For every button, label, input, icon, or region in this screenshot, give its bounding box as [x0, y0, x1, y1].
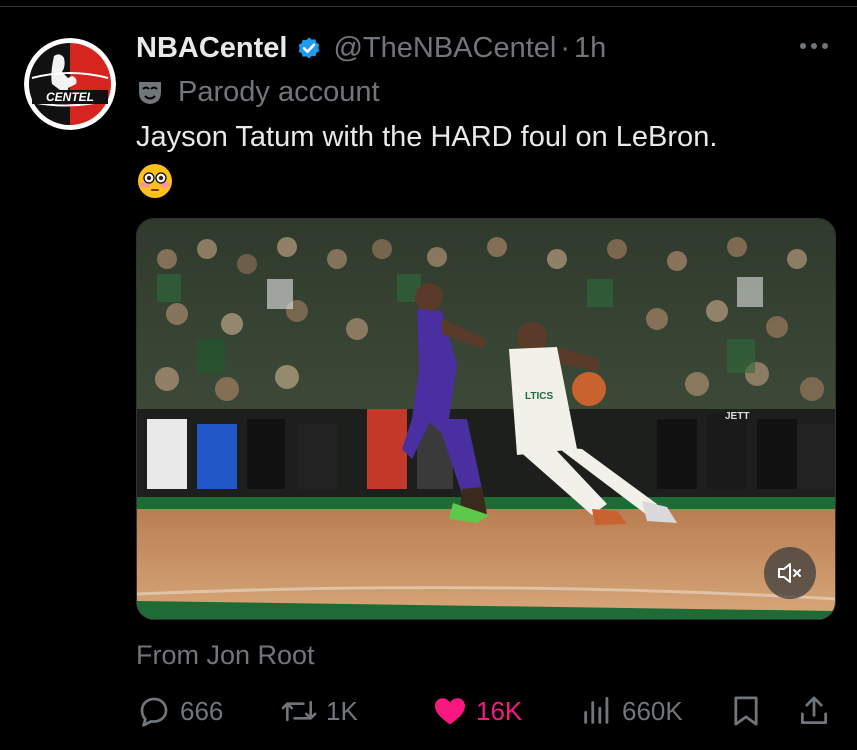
view-count: 660K — [622, 695, 683, 726]
repost-count: 1K — [326, 695, 358, 726]
flushed-face-emoji-icon — [136, 162, 174, 200]
bookmark-button[interactable] — [730, 688, 762, 734]
views-chart-icon — [584, 696, 609, 724]
tweet-header: NBACentel @TheNBACentel · 1h — [136, 26, 606, 70]
reply-count: 666 — [180, 695, 224, 726]
repost-button[interactable]: 1K — [280, 688, 358, 734]
share-button[interactable] — [798, 688, 830, 734]
views-button[interactable]: 660K — [580, 688, 683, 734]
tweet-text: Jayson Tatum with the HARD foul on LeBro… — [136, 121, 718, 153]
video-player[interactable]: JETT LTICS — [136, 218, 836, 620]
reply-icon — [140, 697, 168, 727]
separator-dot: · — [560, 31, 571, 64]
bookmark-icon — [734, 696, 758, 726]
video-attribution[interactable]: From Jon Root — [136, 640, 315, 671]
like-count: 16K — [476, 695, 523, 726]
verified-badge-icon[interactable] — [295, 34, 323, 62]
more-options-icon[interactable] — [800, 36, 834, 56]
avatar-logo-text: CENTEL — [46, 90, 94, 104]
mask-icon — [136, 78, 164, 106]
like-button[interactable]: 16K — [432, 688, 522, 734]
reply-button[interactable]: 666 — [136, 688, 223, 734]
heart-filled-icon — [435, 698, 465, 725]
share-icon — [800, 696, 828, 725]
jersey-text: LTICS — [525, 391, 553, 402]
top-divider — [0, 6, 857, 7]
muted-speaker-icon — [778, 563, 801, 583]
avatar[interactable]: CENTEL — [24, 38, 116, 130]
mute-toggle-button[interactable] — [764, 547, 816, 599]
parody-label: Parody account — [178, 75, 380, 108]
timestamp[interactable]: 1h — [574, 32, 606, 65]
display-name[interactable]: NBACentel — [136, 32, 287, 65]
action-bar: 666 1K 16K 660K — [136, 688, 836, 734]
handle[interactable]: @TheNBACentel — [333, 32, 556, 65]
courtside-sign-text: JETT — [725, 411, 749, 422]
repost-icon — [281, 700, 317, 722]
parody-label-row: Parody account — [136, 74, 380, 110]
